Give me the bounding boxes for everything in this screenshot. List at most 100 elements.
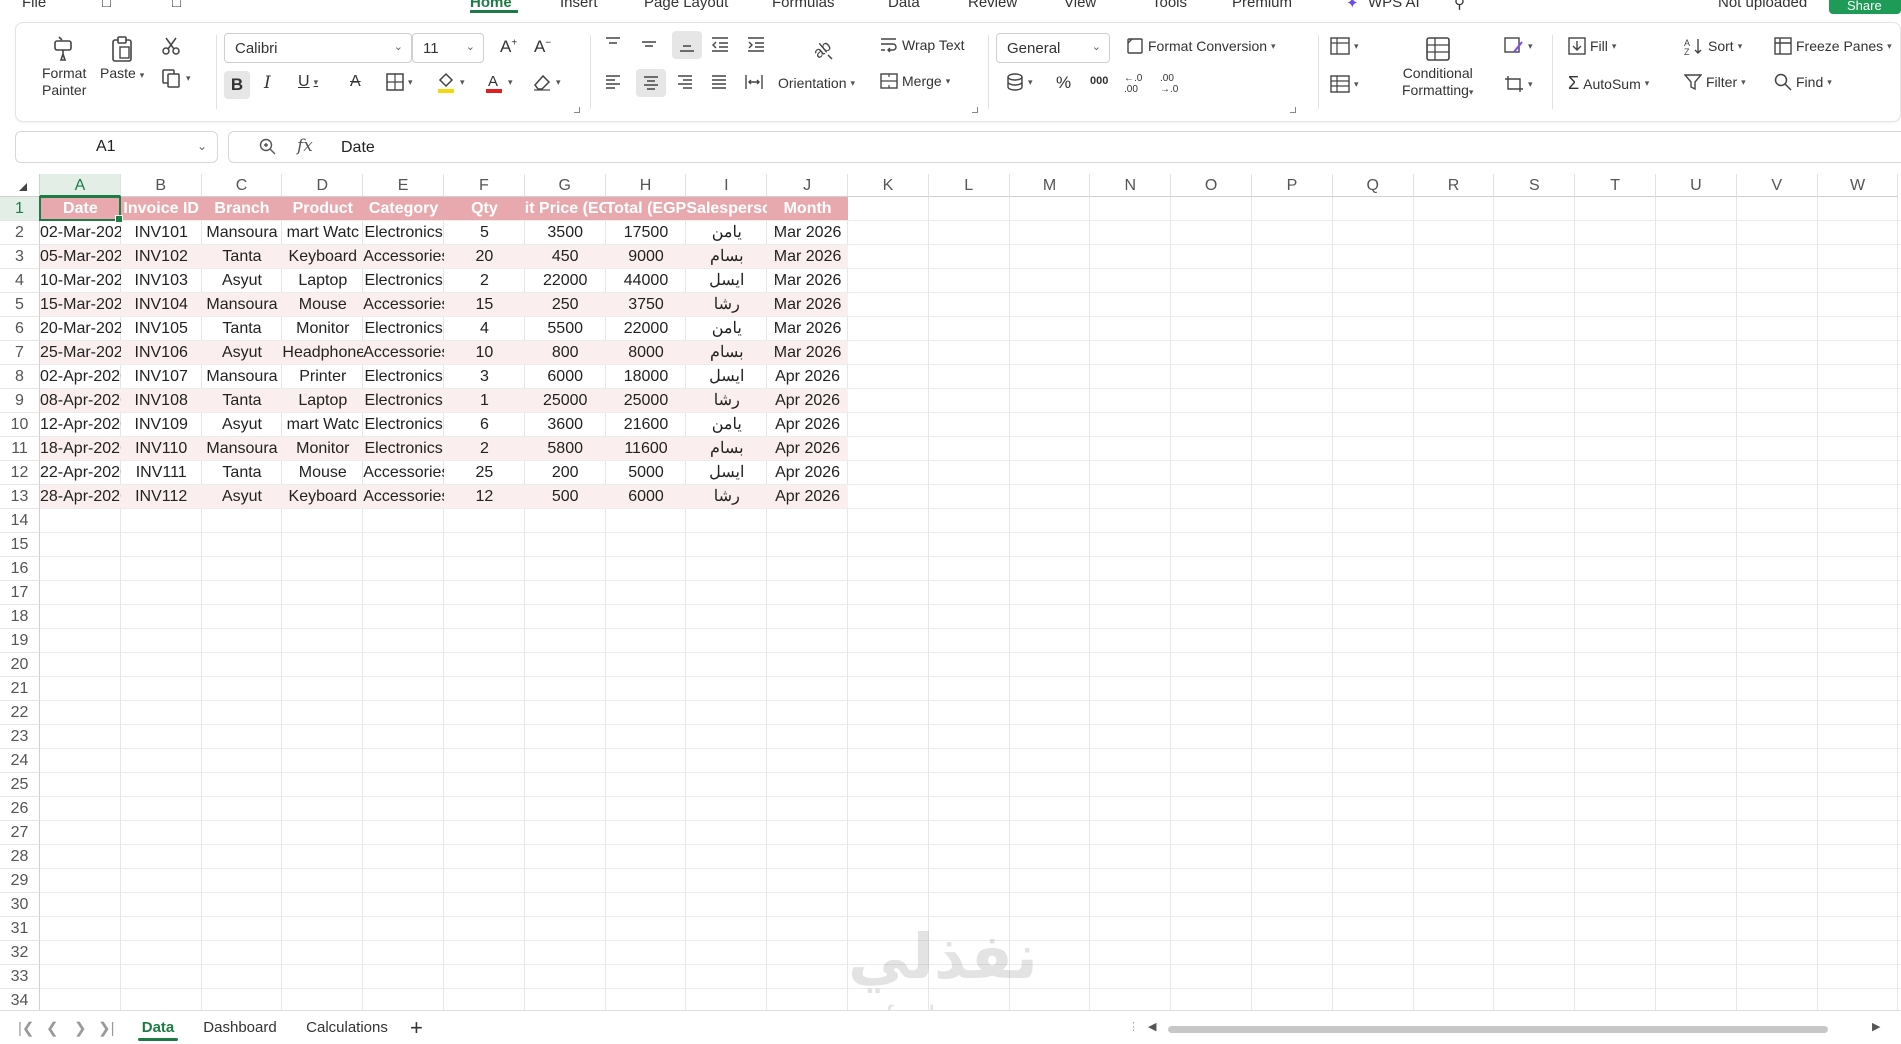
tab-wps-ai[interactable]: WPS AI bbox=[1368, 0, 1420, 11]
table-cell[interactable]: INV102 bbox=[121, 245, 202, 269]
column-header-r[interactable]: R bbox=[1413, 174, 1495, 197]
table-cell[interactable]: INV106 bbox=[121, 341, 202, 365]
table-cell[interactable]: Laptop bbox=[282, 389, 363, 413]
table-cell[interactable]: Keyboard bbox=[282, 485, 363, 509]
table-cell[interactable]: 25000 bbox=[525, 389, 606, 413]
table-cell[interactable]: Mansoura bbox=[202, 221, 283, 245]
table-header-cell[interactable]: Category bbox=[363, 197, 444, 221]
table-cell[interactable]: 3 bbox=[444, 365, 525, 389]
prev-sheet-icon[interactable]: ❮ bbox=[46, 1019, 59, 1037]
cut-button[interactable] bbox=[160, 35, 182, 57]
table-cell[interactable]: Electronics bbox=[363, 365, 444, 389]
format-painter-button[interactable]: Format Painter bbox=[42, 35, 86, 99]
table-cell[interactable]: 250 bbox=[525, 293, 606, 317]
align-right-button[interactable] bbox=[676, 73, 694, 91]
table-cell[interactable]: رشا bbox=[686, 389, 767, 413]
increase-indent-button[interactable] bbox=[746, 35, 766, 53]
table-cell[interactable]: 8000 bbox=[606, 341, 687, 365]
last-sheet-icon[interactable]: ❯| bbox=[98, 1019, 114, 1037]
sheet-tab-data[interactable]: Data bbox=[130, 1011, 186, 1041]
fill-color-button[interactable]: ▾ bbox=[436, 71, 465, 93]
table-cell[interactable]: Asyut bbox=[202, 413, 283, 437]
table-cell[interactable]: 3600 bbox=[525, 413, 606, 437]
table-cell[interactable]: Mar 2026 bbox=[767, 317, 848, 341]
table-header-cell[interactable]: Salesperson bbox=[686, 197, 767, 221]
row-header-5[interactable]: 5 bbox=[0, 293, 40, 317]
table-cell[interactable]: INV111 bbox=[121, 461, 202, 485]
table-cell[interactable]: 17500 bbox=[606, 221, 687, 245]
row-header-19[interactable]: 19 bbox=[0, 629, 40, 653]
column-header-a[interactable]: A bbox=[40, 174, 121, 197]
row-header-15[interactable]: 15 bbox=[0, 533, 40, 557]
table-cell[interactable]: رشا bbox=[686, 485, 767, 509]
decrease-indent-button[interactable] bbox=[710, 35, 730, 53]
table-header-cell[interactable]: Date bbox=[40, 197, 121, 221]
table-cell[interactable]: 10 bbox=[444, 341, 525, 365]
column-header-w[interactable]: W bbox=[1817, 174, 1899, 197]
table-cell[interactable]: INV104 bbox=[121, 293, 202, 317]
table-cell[interactable]: ايسل bbox=[686, 461, 767, 485]
table-cell[interactable]: يامن bbox=[686, 413, 767, 437]
column-header-c[interactable]: C bbox=[201, 174, 283, 197]
table-cell[interactable]: 15-Mar-202 bbox=[40, 293, 121, 317]
row-header-20[interactable]: 20 bbox=[0, 653, 40, 677]
table-cell[interactable]: Accessories bbox=[363, 461, 444, 485]
table-cell[interactable]: 5 bbox=[444, 221, 525, 245]
function-icon[interactable]: fx bbox=[297, 136, 313, 156]
table-cell[interactable]: Apr 2026 bbox=[767, 461, 848, 485]
table-cell[interactable]: Tanta bbox=[202, 245, 283, 269]
table-cell[interactable]: INV112 bbox=[121, 485, 202, 509]
row-header-1[interactable]: 1 bbox=[0, 197, 40, 221]
tab-data[interactable]: Data bbox=[888, 0, 920, 11]
table-cell[interactable]: Headphone bbox=[282, 341, 363, 365]
table-cell[interactable]: بسام bbox=[686, 437, 767, 461]
table-cell[interactable]: 6000 bbox=[606, 485, 687, 509]
orientation-icon-button[interactable]: ab bbox=[806, 33, 836, 63]
row-header-2[interactable]: 2 bbox=[0, 221, 40, 245]
table-header-cell[interactable]: Invoice ID bbox=[121, 197, 202, 221]
font-color-button[interactable]: A ▾ bbox=[484, 71, 513, 93]
print-icon[interactable]: □ bbox=[172, 0, 181, 11]
table-cell[interactable]: Mansoura bbox=[202, 293, 283, 317]
scroll-right-icon[interactable]: ▶ bbox=[1872, 1020, 1880, 1033]
table-cell[interactable]: 22000 bbox=[606, 317, 687, 341]
row-header-22[interactable]: 22 bbox=[0, 701, 40, 725]
bold-button[interactable]: B bbox=[224, 71, 250, 99]
table-cell[interactable]: 02-Mar-202 bbox=[40, 221, 121, 245]
table-cell[interactable]: Electronics bbox=[363, 221, 444, 245]
clear-format-button[interactable]: ▾ bbox=[532, 73, 561, 91]
scroll-handle-icon[interactable]: ⋮ bbox=[1128, 1020, 1139, 1033]
table-style-button[interactable]: ▾ bbox=[1330, 37, 1359, 55]
tab-insert[interactable]: Insert bbox=[560, 0, 598, 11]
row-header-9[interactable]: 9 bbox=[0, 389, 40, 413]
row-header-14[interactable]: 14 bbox=[0, 509, 40, 533]
save-icon[interactable]: □ bbox=[102, 0, 111, 11]
table-cell[interactable]: يامن bbox=[686, 317, 767, 341]
table-cell[interactable]: Apr 2026 bbox=[767, 437, 848, 461]
increase-font-button[interactable]: A+ bbox=[500, 37, 517, 57]
column-header-p[interactable]: P bbox=[1252, 174, 1333, 197]
table-cell[interactable]: Mouse bbox=[282, 293, 363, 317]
copy-button[interactable]: ▾ bbox=[160, 67, 191, 89]
row-header-16[interactable]: 16 bbox=[0, 557, 40, 581]
table-cell[interactable]: 2 bbox=[444, 437, 525, 461]
table-cell[interactable]: Tanta bbox=[202, 389, 283, 413]
table-cell[interactable]: Asyut bbox=[202, 269, 283, 293]
table-cell[interactable]: Mansoura bbox=[202, 365, 283, 389]
row-header-27[interactable]: 27 bbox=[0, 821, 40, 845]
row-header-24[interactable]: 24 bbox=[0, 749, 40, 773]
table-cell[interactable]: Asyut bbox=[202, 341, 283, 365]
table-cell[interactable]: INV105 bbox=[121, 317, 202, 341]
table-cell[interactable]: 25000 bbox=[606, 389, 687, 413]
tab-tools[interactable]: Tools bbox=[1152, 0, 1187, 11]
table-cell[interactable]: 22-Apr-2026 bbox=[40, 461, 121, 485]
table-cell[interactable]: mart Watc bbox=[282, 413, 363, 437]
table-cell[interactable]: Apr 2026 bbox=[767, 365, 848, 389]
add-sheet-button[interactable]: + bbox=[410, 1015, 423, 1041]
table-cell[interactable]: ايسل bbox=[686, 269, 767, 293]
table-cell[interactable]: INV107 bbox=[121, 365, 202, 389]
orientation-button[interactable]: Orientation ▾ bbox=[778, 75, 855, 91]
row-header-28[interactable]: 28 bbox=[0, 845, 40, 869]
row-header-21[interactable]: 21 bbox=[0, 677, 40, 701]
row-header-34[interactable]: 34 bbox=[0, 989, 40, 1010]
